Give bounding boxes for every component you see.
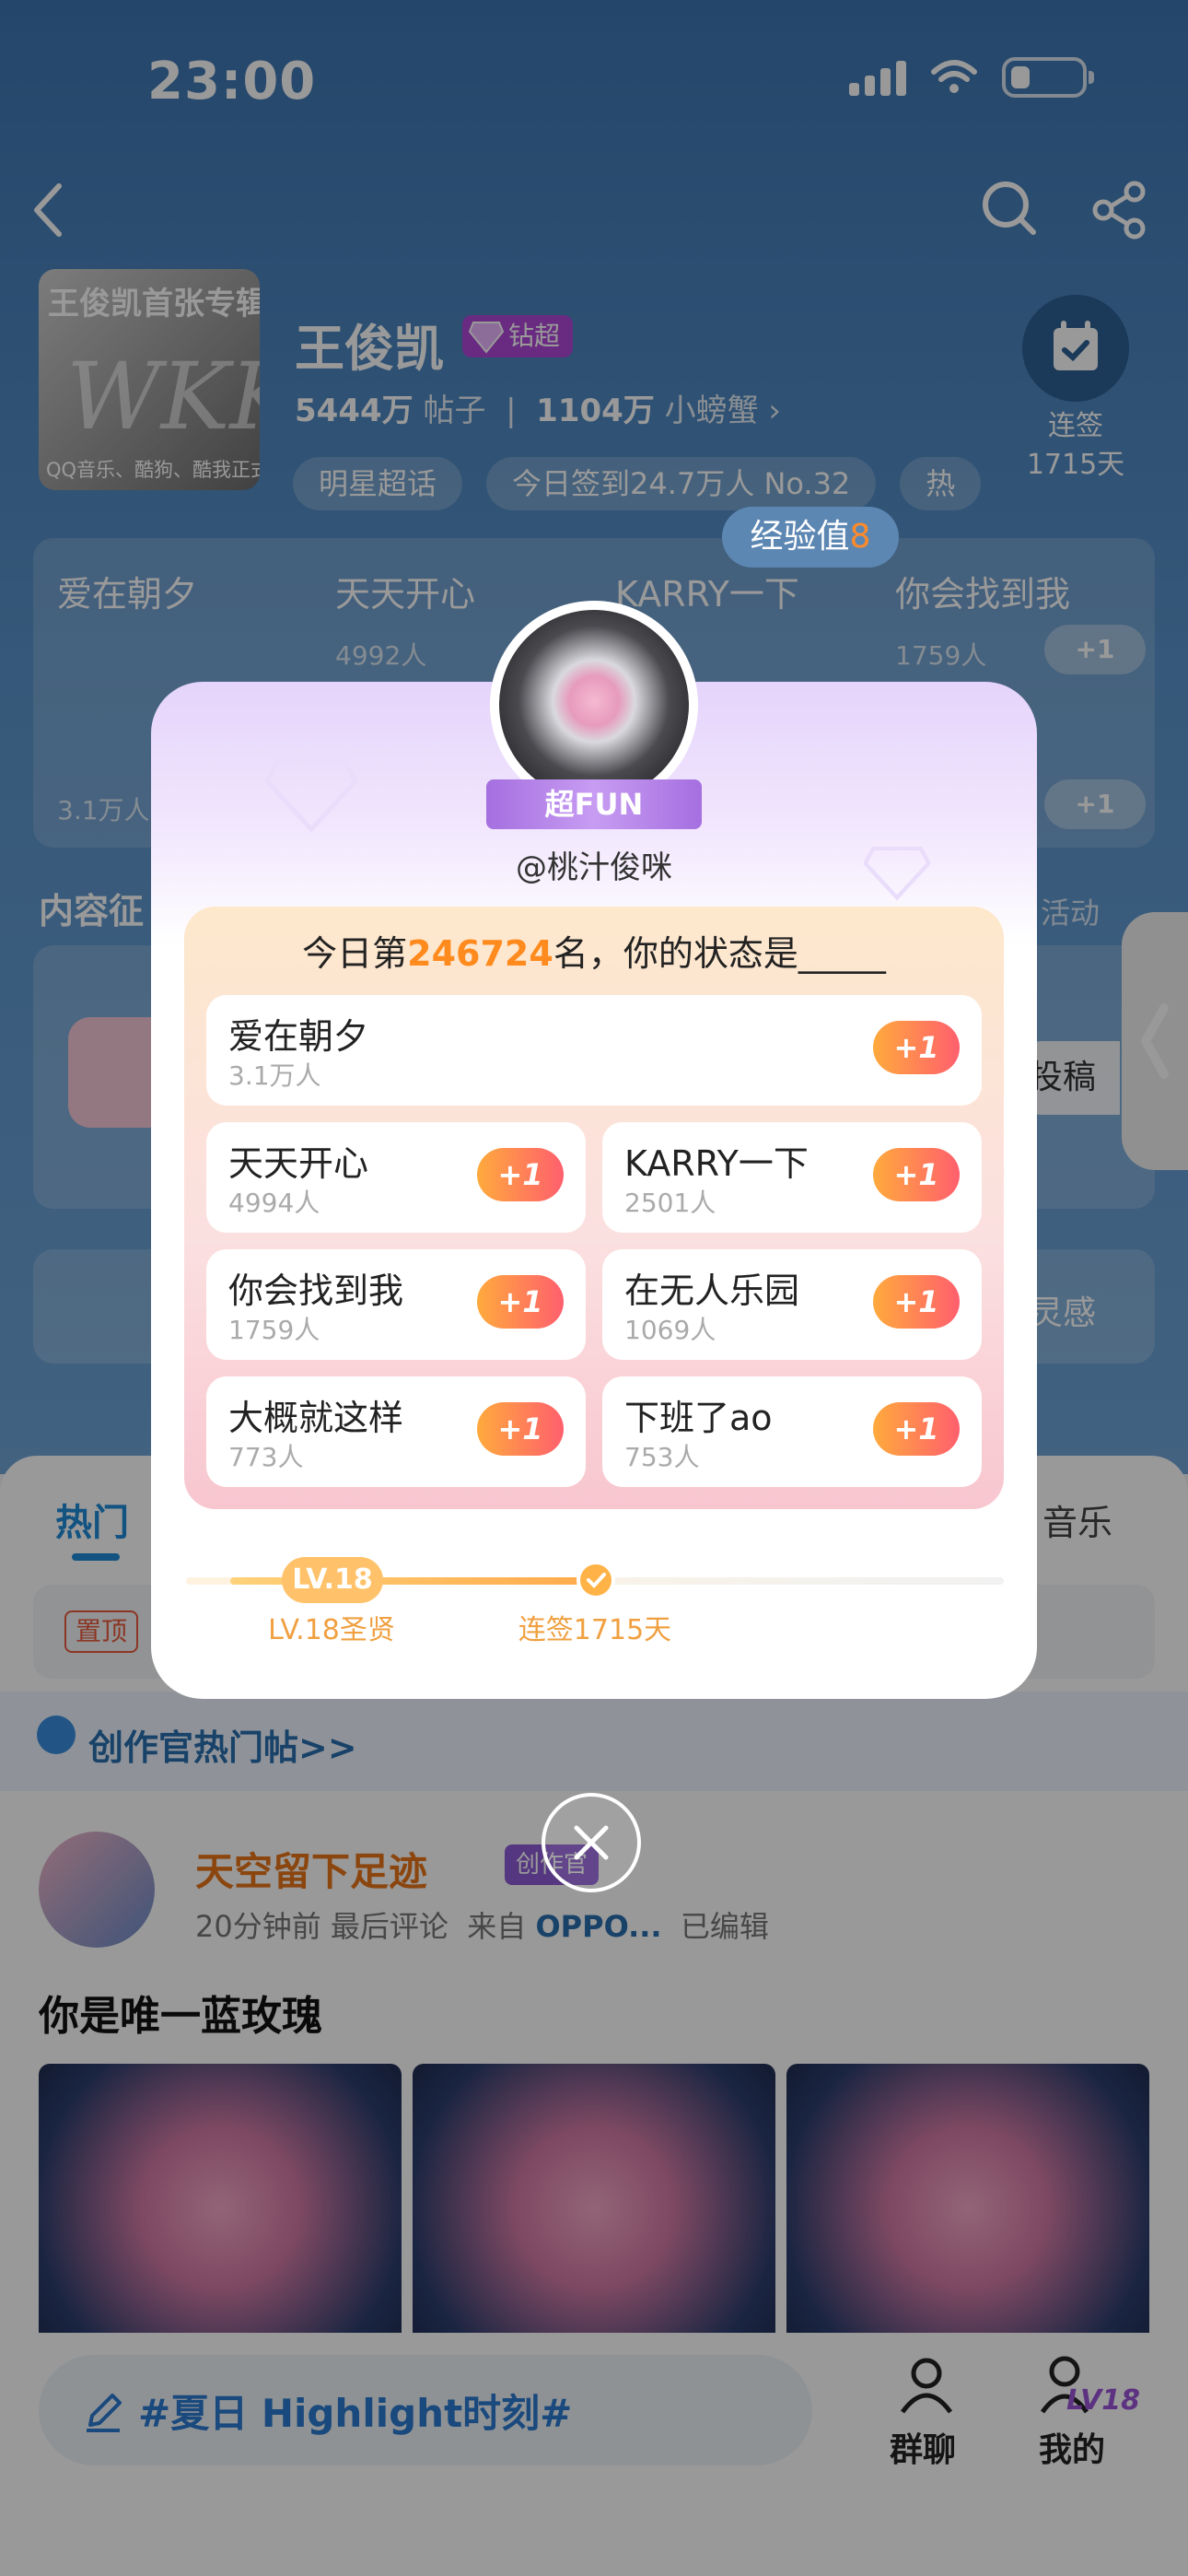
option-count: 2501人 <box>624 1188 716 1218</box>
checkin-rank: 246724 <box>407 933 553 974</box>
status-option[interactable]: 天天开心 4994人 +1 <box>206 1122 586 1233</box>
status-option[interactable]: 爱在朝夕 3.1万人 +1 <box>206 995 982 1106</box>
close-popup-button[interactable] <box>542 1793 641 1892</box>
status-option[interactable]: 大概就这样 773人 +1 <box>206 1376 586 1487</box>
option-name: 天天开心 <box>228 1143 369 1184</box>
plus-one-button[interactable]: +1 <box>477 1148 564 1201</box>
plus-one-button[interactable]: +1 <box>873 1275 960 1329</box>
option-name: 在无人乐园 <box>624 1270 800 1311</box>
close-icon <box>574 1825 609 1860</box>
option-count: 3.1万人 <box>228 1060 321 1091</box>
option-name: 你会找到我 <box>228 1270 404 1311</box>
status-question: 今日第246724名，你的状态是_____ <box>302 933 886 974</box>
diamond-decoration-icon <box>265 758 357 833</box>
option-count: 753人 <box>624 1442 700 1472</box>
super-fun-ribbon: 超FUN <box>486 779 702 829</box>
option-count: 773人 <box>228 1442 304 1472</box>
status-option[interactable]: KARRY一下 2501人 +1 <box>602 1122 982 1233</box>
user-handle: @桃汁俊咪 <box>516 849 672 886</box>
plus-one-button[interactable]: +1 <box>477 1275 564 1329</box>
option-name: 爱在朝夕 <box>228 1016 369 1057</box>
plus-one-button[interactable]: +1 <box>873 1148 960 1201</box>
plus-one-button[interactable]: +1 <box>873 1402 960 1456</box>
option-count: 1069人 <box>624 1315 716 1345</box>
option-name: 下班了ao <box>624 1398 773 1438</box>
option-name: 大概就这样 <box>228 1398 404 1438</box>
checkin-streak-label: 连签1715天 <box>518 1614 672 1646</box>
plus-one-button[interactable]: +1 <box>873 1021 960 1074</box>
option-name: KARRY一下 <box>624 1143 809 1184</box>
experience-gain-pill: 经验值8 <box>722 507 899 568</box>
option-count: 1759人 <box>228 1315 320 1345</box>
user-avatar[interactable] <box>499 610 689 800</box>
option-count: 4994人 <box>228 1188 320 1218</box>
level-pill: LV.18 <box>282 1557 383 1603</box>
status-option[interactable]: 你会找到我 1759人 +1 <box>206 1249 586 1360</box>
status-option[interactable]: 下班了ao 753人 +1 <box>602 1376 982 1487</box>
diamond-decoration-icon <box>864 846 930 901</box>
level-title: LV.18圣贤 <box>268 1614 395 1646</box>
checkin-milestone-icon <box>577 1561 615 1599</box>
status-option[interactable]: 在无人乐园 1069人 +1 <box>602 1249 982 1360</box>
plus-one-button[interactable]: +1 <box>477 1402 564 1456</box>
